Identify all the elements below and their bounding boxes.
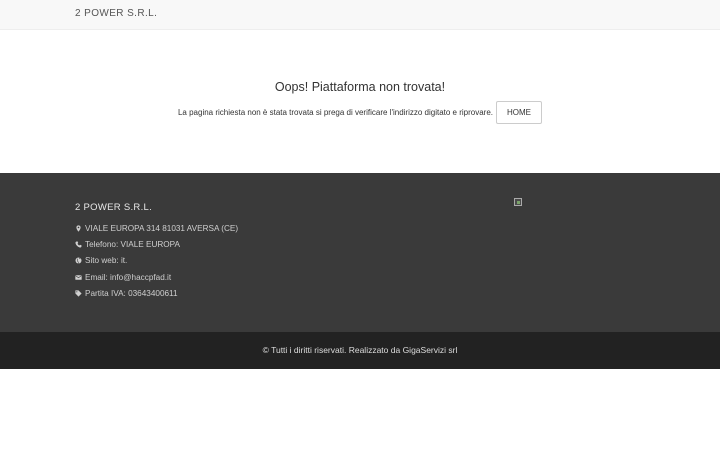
footer-company-name: 2 POWER S.R.L. — [75, 202, 153, 213]
phone-icon — [75, 241, 82, 248]
copyright-text: © Tutti i diritti riservati. Realizzato … — [262, 345, 458, 355]
globe-icon — [75, 257, 82, 264]
footer-website-item: Sito web: it. — [75, 253, 238, 269]
footer-phone: Telefono: VIALE EUROPA — [85, 240, 180, 250]
footer-vat-item: Partita IVA: 03643400611 — [75, 286, 238, 302]
footer-vat: Partita IVA: 03643400611 — [85, 289, 178, 299]
not-found-section: Oops! Piattaforma non trovata! — [0, 80, 720, 94]
footer-address-item: VIALE EUROPA 314 81031 AVERSA (CE) — [75, 220, 238, 236]
footer-email-item: Email: info@haccpfad.it — [75, 269, 238, 285]
map-marker-icon — [75, 225, 82, 232]
error-message-row: La pagina richiesta non è stata trovata … — [0, 100, 720, 124]
footer-phone-item: Telefono: VIALE EUROPA — [75, 236, 238, 252]
envelope-icon — [75, 274, 82, 281]
error-title: Oops! Piattaforma non trovata! — [274, 80, 446, 94]
brand-link[interactable]: 2 POWER S.R.L. — [75, 8, 157, 19]
footer-email: Email: info@haccpfad.it — [85, 272, 172, 282]
bottom-bar: © Tutti i diritti riservati. Realizzato … — [0, 332, 720, 369]
broken-image-icon — [514, 198, 522, 206]
home-button[interactable]: HOME — [496, 100, 543, 124]
footer: 2 POWER S.R.L. VIALE EUROPA 314 81031 AV… — [0, 173, 720, 332]
tag-icon — [75, 290, 82, 297]
footer-contact-list: VIALE EUROPA 314 81031 AVERSA (CE) Telef… — [75, 220, 238, 302]
footer-address: VIALE EUROPA 314 81031 AVERSA (CE) — [85, 223, 239, 233]
footer-website: Sito web: it. — [85, 256, 128, 266]
top-navbar: 2 POWER S.R.L. — [0, 0, 720, 30]
error-message: La pagina richiesta non è stata trovata … — [177, 107, 494, 117]
